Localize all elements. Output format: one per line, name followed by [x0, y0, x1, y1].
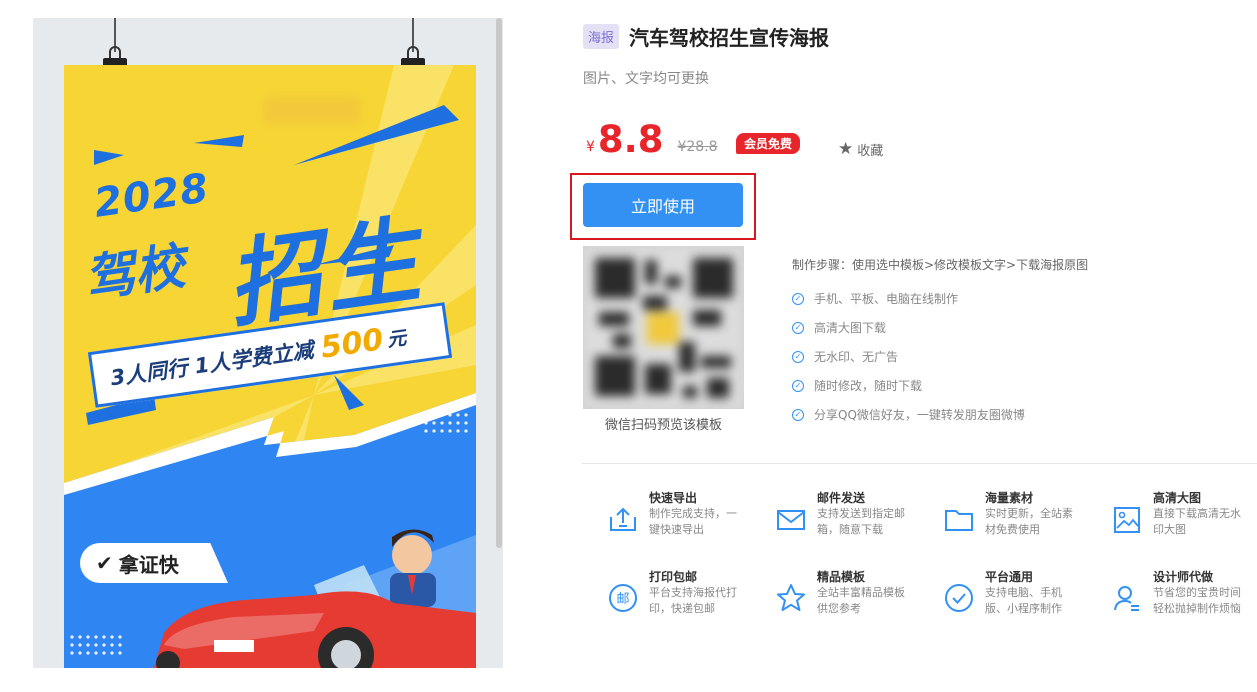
feature-desc: 实时更新，全站素材免费使用: [985, 507, 1073, 536]
check-icon: ✓: [792, 350, 804, 363]
feature-desc: 支持电脑、手机版、小程序制作: [985, 586, 1062, 615]
post-icon: 邮: [609, 584, 637, 612]
favorite-label: 收藏: [857, 143, 884, 159]
step-text: 随时修改，随时下载: [814, 379, 923, 393]
feature-title: 高清大图: [1153, 491, 1202, 505]
feature-title: 邮件发送: [817, 491, 866, 505]
feature-desc: 支持发送到指定邮箱，随意下载: [817, 507, 905, 536]
list-item: ✓ 随时修改，随时下载: [792, 371, 1025, 400]
star-icon: [777, 584, 805, 611]
check-icon: ✓: [792, 408, 804, 421]
vip-free-badge: 会员免费: [736, 133, 801, 154]
mail-icon: [777, 510, 805, 530]
car-illustration: [154, 529, 476, 668]
check-icon: ✓: [792, 292, 804, 305]
list-item: ✓ 手机、平板、电脑在线制作: [792, 284, 1025, 313]
feature-desc: 直接下载高清无水印大图: [1153, 507, 1241, 536]
product-title-row: 海报 汽车驾校招生宣传海报: [583, 22, 829, 51]
steps-list: ✓ 手机、平板、电脑在线制作 ✓ 高清大图下载 ✓ 无水印、无广告 ✓ 随时修改，随时下…: [792, 284, 1025, 429]
qr-code-image: [583, 246, 744, 409]
check-icon: ✓: [792, 379, 804, 392]
current-price: 8.8: [597, 118, 664, 161]
currency-symbol: ¥: [586, 139, 595, 155]
poster-preview-panel: 2028 驾校 招生 3人同行 1人学费立减 500 元 ✔ 拿证快: [33, 18, 503, 668]
step-text: 分享QQ微信好友，一键转发朋友圈微博: [814, 408, 1025, 422]
feature-title: 设计师代做: [1153, 570, 1214, 584]
favorite-button[interactable]: ★ 收藏: [838, 139, 883, 159]
steps-title: 制作步骤：使用选中模板>修改模板文字>下载海报原图: [792, 258, 1089, 272]
qr-code-icon: [583, 246, 744, 409]
list-item: ✓ 无水印、无广告: [792, 342, 1025, 371]
feature-title: 快速导出: [649, 491, 698, 505]
star-icon: ★: [838, 139, 854, 159]
divider: [582, 463, 1257, 464]
preview-scrollbar[interactable]: [496, 18, 502, 548]
image-icon: [1114, 507, 1140, 533]
step-text: 无水印、无广告: [814, 350, 899, 364]
product-title: 汽车驾校招生宣传海报: [629, 26, 830, 50]
type-badge: 海报: [583, 24, 620, 49]
original-price: ¥28.8: [677, 139, 718, 155]
feature-title: 平台通用: [985, 570, 1034, 584]
poster-image[interactable]: 2028 驾校 招生 3人同行 1人学费立减 500 元 ✔ 拿证快: [64, 65, 476, 668]
feature-desc: 节省您的宝贵时间轻松抛掉制作烦恼: [1153, 586, 1241, 615]
folder-icon: [945, 510, 973, 531]
export-icon: [610, 507, 636, 531]
feature-title: 精品模板: [817, 570, 866, 584]
feature-desc: 平台支持海报代打印，快递包邮: [649, 586, 737, 615]
feature-title: 海量素材: [985, 491, 1034, 505]
use-now-button[interactable]: 立即使用: [583, 183, 743, 227]
step-text: 高清大图下载: [814, 321, 887, 335]
qr-caption: 微信扫码预览该模板: [604, 418, 722, 433]
price-row: ¥ 8.8 ¥28.8: [586, 120, 718, 160]
feature-desc: 全站丰富精品模板供您参考: [817, 586, 905, 615]
check-icon: ✓: [792, 321, 804, 334]
product-subtitle: 图片、文字均可更换: [583, 71, 709, 87]
check-circle-icon: [945, 584, 973, 612]
designer-icon: [1114, 586, 1139, 611]
list-item: ✓ 高清大图下载: [792, 313, 1025, 342]
feature-desc: 制作完成支持，一键快速导出: [649, 507, 737, 536]
post-icon-glyph: 邮: [616, 592, 629, 607]
list-item: ✓ 分享QQ微信好友，一键转发朋友圈微博: [792, 400, 1025, 429]
feature-title: 打印包邮: [649, 570, 698, 584]
step-text: 手机、平板、电脑在线制作: [814, 292, 959, 306]
